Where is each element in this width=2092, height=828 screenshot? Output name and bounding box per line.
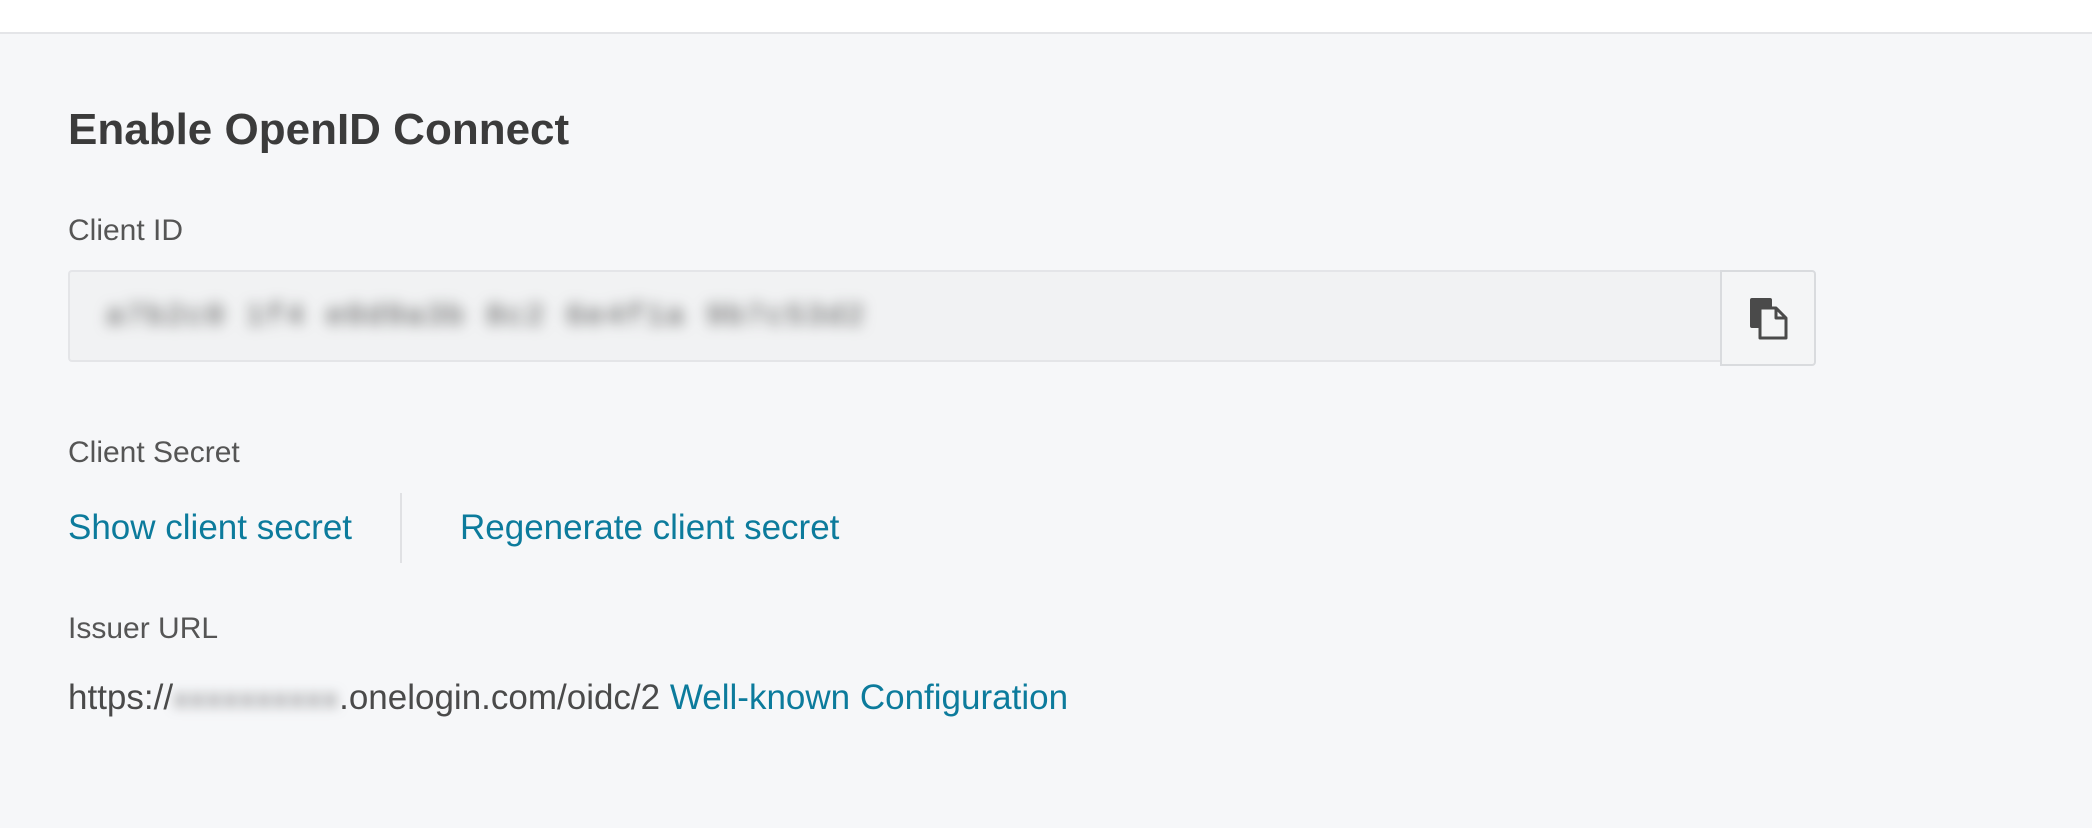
issuer-url-label: Issuer URL [68,612,219,645]
show-client-secret-link[interactable]: Show client secret [68,504,352,552]
issuer-url: https://xxxxxxxxxx.onelogin.com/oidc/2 W… [68,674,1068,724]
client-secret-label: Client Secret [68,436,240,469]
page-title: Enable OpenID Connect [68,105,570,154]
client-id-label: Client ID [68,214,184,247]
issuer-url-prefix: https:// [68,678,174,717]
client-id-field[interactable]: a7b2c0 1f4 e0d9a3b 8c2 6e4f1a 9b7c53d2 [68,270,1722,362]
issuer-url-subdomain: xxxxxxxxxx [173,684,340,715]
issuer-url-suffix: .onelogin.com/oidc/2 [339,678,661,717]
link-divider [400,493,402,563]
copy-icon [1750,298,1788,340]
copy-client-id-button[interactable] [1720,270,1816,366]
regenerate-client-secret-link[interactable]: Regenerate client secret [460,504,839,552]
top-bar [0,0,2092,34]
well-known-configuration-link[interactable]: Well-known Configuration [670,678,1068,717]
client-id-value: a7b2c0 1f4 e0d9a3b 8c2 6e4f1a 9b7c53d2 [106,300,867,334]
